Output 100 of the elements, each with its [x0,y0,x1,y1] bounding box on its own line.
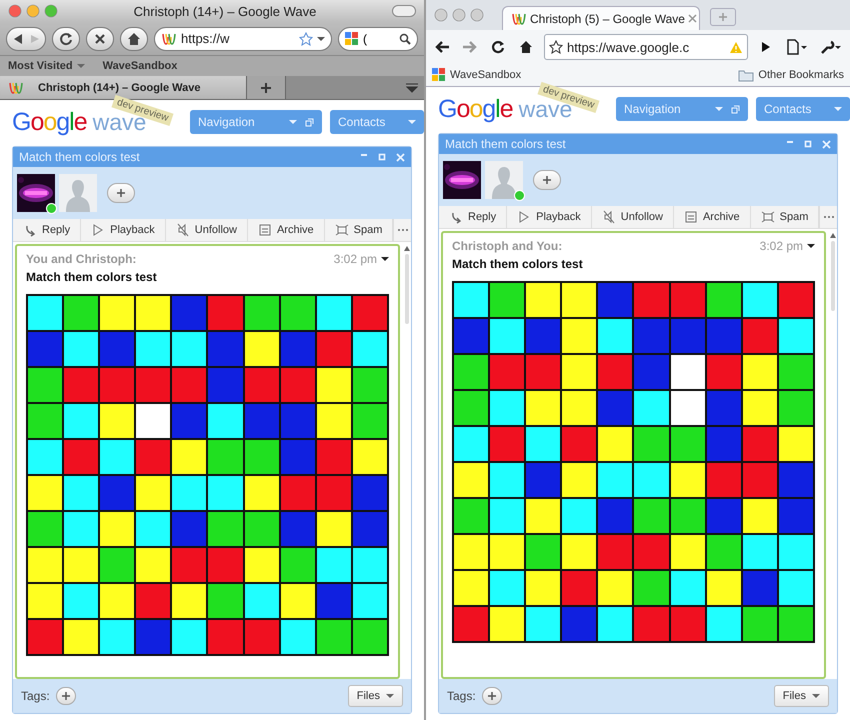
color-tile[interactable] [64,368,98,402]
color-tile[interactable] [352,512,387,546]
address-field[interactable]: https://wave.google.c [544,34,748,60]
files-button[interactable]: Files [774,685,829,707]
color-tile[interactable] [454,571,488,605]
color-tile[interactable] [706,571,741,605]
color-tile[interactable] [172,368,206,402]
color-tile[interactable] [244,368,279,402]
color-tile[interactable] [490,427,524,461]
color-tile[interactable] [28,368,62,402]
color-tile[interactable] [598,283,632,317]
color-tile[interactable] [670,427,705,461]
color-tile[interactable] [316,512,351,546]
color-tile[interactable] [562,571,596,605]
color-tile[interactable] [172,440,206,474]
color-tile[interactable] [100,620,134,654]
color-tile[interactable] [208,296,243,330]
color-tile[interactable] [280,584,315,618]
color-tile[interactable] [28,512,62,546]
color-tile[interactable] [742,283,777,317]
color-tile[interactable] [244,440,279,474]
color-tile[interactable] [670,319,705,353]
color-tile[interactable] [706,319,741,353]
toolbar-action[interactable]: Unfollow [592,206,674,228]
add-participant-button[interactable] [533,170,561,190]
color-tile[interactable] [136,548,170,582]
color-tile[interactable] [172,476,206,510]
color-tile[interactable] [526,355,560,389]
color-tile[interactable] [64,476,98,510]
color-tile[interactable] [670,463,705,497]
color-tile[interactable] [280,548,315,582]
color-tile[interactable] [598,319,632,353]
color-tile[interactable] [352,620,387,654]
color-tile[interactable] [64,296,98,330]
color-tile[interactable] [526,535,560,569]
color-tile[interactable] [280,368,315,402]
color-tile[interactable] [28,620,62,654]
toolbar-action[interactable]: Spam [324,219,394,241]
reload-button[interactable] [52,26,80,50]
color-tile[interactable] [352,296,387,330]
color-tile[interactable] [778,283,813,317]
color-tile[interactable] [244,476,279,510]
color-tile[interactable] [526,391,560,425]
bookmarks-menu[interactable]: Most Visited [8,60,85,72]
color-tile[interactable] [172,332,206,366]
color-tile[interactable] [100,368,134,402]
color-tile[interactable] [454,499,488,533]
color-tile[interactable] [244,404,279,438]
color-tile[interactable] [634,391,669,425]
color-tile[interactable] [490,355,524,389]
home-button[interactable] [120,26,148,50]
toolbar-action[interactable]: Archive [248,219,325,241]
color-tile[interactable] [670,571,705,605]
color-tile[interactable] [136,368,170,402]
color-tile[interactable] [136,620,170,654]
color-tile[interactable] [316,440,351,474]
bookmark-link[interactable]: WaveSandbox [432,68,522,82]
color-tile[interactable] [562,319,596,353]
color-tile[interactable] [526,283,560,317]
color-tile[interactable] [454,607,488,641]
color-tile[interactable] [742,607,777,641]
color-tile[interactable] [598,355,632,389]
color-tile[interactable] [634,535,669,569]
more-button[interactable] [819,206,837,228]
color-tile[interactable] [352,404,387,438]
color-tile[interactable] [28,476,62,510]
color-tile[interactable] [598,607,632,641]
color-tile[interactable] [778,427,813,461]
color-tile[interactable] [778,319,813,353]
color-tile[interactable] [562,499,596,533]
color-tile[interactable] [670,607,705,641]
color-tile[interactable] [64,620,98,654]
stop-button[interactable] [86,26,114,50]
toolbar-action[interactable]: Playback [507,206,592,228]
color-tile[interactable] [316,584,351,618]
color-tile[interactable] [208,440,243,474]
color-tile[interactable] [778,607,813,641]
color-tile[interactable] [316,548,351,582]
color-tile[interactable] [706,355,741,389]
color-tile[interactable] [742,535,777,569]
popout-icon[interactable] [305,118,314,126]
color-tile[interactable] [352,368,387,402]
color-tile[interactable] [526,607,560,641]
color-tile[interactable] [208,548,243,582]
color-tile[interactable] [454,283,488,317]
color-tile[interactable] [28,332,62,366]
color-tile[interactable] [136,440,170,474]
color-tile[interactable] [100,332,134,366]
color-tile[interactable] [136,584,170,618]
color-tile[interactable] [244,296,279,330]
color-tile[interactable] [634,463,669,497]
color-tile[interactable] [352,476,387,510]
color-tile[interactable] [172,404,206,438]
color-tile[interactable] [454,319,488,353]
color-tile[interactable] [280,296,315,330]
color-tile[interactable] [136,296,170,330]
color-tile[interactable] [490,499,524,533]
color-tile[interactable] [526,571,560,605]
close-icon[interactable] [688,14,697,23]
popout-icon[interactable] [731,104,740,114]
